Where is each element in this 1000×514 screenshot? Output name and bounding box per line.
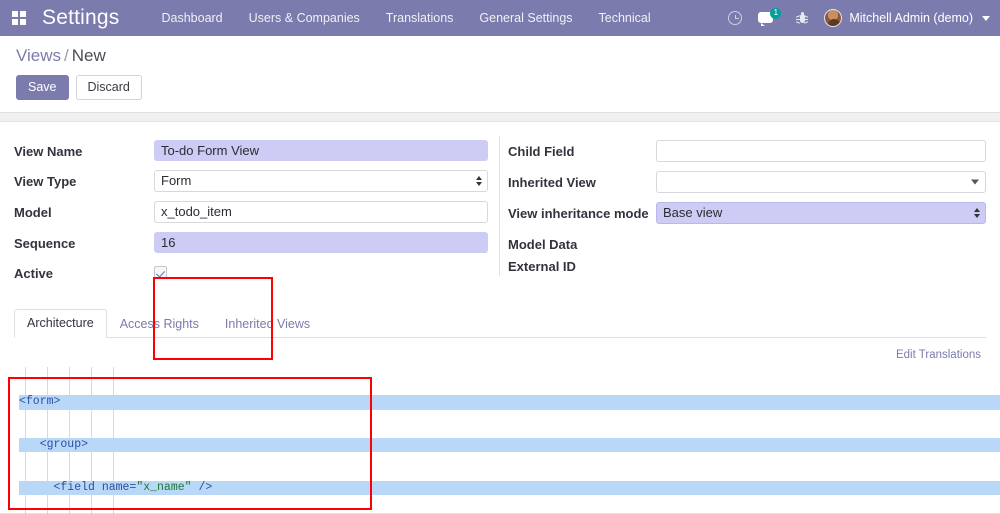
label-view-name: View Name	[14, 144, 83, 159]
form-columns: View Name To-do Form View View Type Form…	[0, 140, 1000, 293]
code-content[interactable]: <form> <group> <field name="x_name" /> <…	[19, 367, 1000, 514]
chevron-down-icon	[982, 15, 990, 21]
notebook: Architecture Access Rights Inherited Vie…	[0, 309, 1000, 514]
code-line-text: <group>	[19, 438, 89, 451]
main-menu: Dashboard Users & Companies Translations…	[161, 11, 650, 25]
form-column-left: View Name To-do Form View View Type Form…	[14, 140, 500, 293]
notebook-tabs: Architecture Access Rights Inherited Vie…	[14, 309, 986, 338]
child-field-input[interactable]	[656, 140, 986, 162]
breadcrumb-item-views[interactable]: Views	[16, 46, 61, 65]
label-child-field: Child Field	[508, 144, 575, 159]
field-row-external-id: External ID	[508, 255, 986, 274]
spinner-icon	[476, 176, 482, 186]
edit-translations-link[interactable]: Edit Translations	[896, 349, 981, 361]
label-sequence: Sequence	[14, 236, 76, 251]
bug-icon[interactable]	[796, 11, 809, 25]
field-row-inherited-view: Inherited View	[508, 171, 986, 193]
menu-item-dashboard[interactable]: Dashboard	[161, 11, 222, 25]
discard-button[interactable]: Discard	[75, 75, 142, 100]
form-column-right: Child Field Inherited View View inherita…	[500, 140, 986, 293]
spinner-icon	[974, 208, 980, 218]
user-menu[interactable]: Mitchell Admin (demo)	[824, 9, 990, 27]
view-inheritance-mode-select[interactable]: Base view	[656, 202, 986, 224]
tab-architecture[interactable]: Architecture	[14, 309, 107, 338]
user-name-label: Mitchell Admin (demo)	[849, 11, 973, 25]
form-sheet: View Name To-do Form View View Type Form…	[0, 121, 1000, 514]
field-row-view-type: View Type Form	[14, 170, 488, 192]
sheet-background: View Name To-do Form View View Type Form…	[0, 113, 1000, 514]
record-action-buttons: Save Discard	[16, 75, 984, 100]
breadcrumb: Views / New	[16, 46, 984, 66]
field-row-child-field: Child Field	[508, 140, 986, 162]
active-checkbox[interactable]	[154, 266, 167, 279]
breadcrumb-item-current: New	[71, 46, 106, 65]
code-line: <group>	[19, 438, 1000, 453]
sequence-input[interactable]: 16	[154, 232, 488, 253]
label-external-id: External ID	[508, 259, 576, 274]
menu-item-general-settings[interactable]: General Settings	[479, 11, 572, 25]
breadcrumb-separator: /	[64, 46, 69, 65]
top-navbar: Settings Dashboard Users & Companies Tra…	[0, 0, 1000, 36]
menu-item-users-companies[interactable]: Users & Companies	[249, 11, 360, 25]
field-row-model-data: Model Data	[508, 233, 986, 252]
label-view-inheritance-mode: View inheritance mode	[508, 206, 649, 221]
label-active: Active	[14, 266, 54, 281]
label-model-data: Model Data	[508, 237, 578, 252]
edit-translations-row: Edit Translations	[14, 338, 986, 367]
field-row-active: Active	[14, 262, 488, 284]
messages-count-badge: 1	[770, 8, 782, 19]
model-input[interactable]: x_todo_item	[154, 201, 488, 223]
field-row-model: Model x_todo_item	[14, 201, 488, 223]
save-button[interactable]: Save	[16, 75, 69, 100]
control-panel: Views / New Save Discard	[0, 36, 1000, 113]
code-line: <form>	[19, 395, 1000, 410]
messages-bubble-icon[interactable]: 1	[758, 8, 782, 27]
app-brand-title: Settings	[42, 6, 120, 29]
menu-item-translations[interactable]: Translations	[386, 11, 454, 25]
tab-inherited-views[interactable]: Inherited Views	[212, 310, 323, 338]
field-row-view-name: View Name To-do Form View	[14, 140, 488, 161]
tab-access-rights[interactable]: Access Rights	[107, 310, 212, 338]
clock-icon[interactable]	[728, 11, 743, 25]
label-inherited-view: Inherited View	[508, 175, 596, 190]
apps-grid-icon[interactable]	[12, 11, 26, 25]
label-view-type: View Type	[14, 174, 77, 189]
code-line: <field name="x_name" />	[19, 480, 1000, 495]
field-row-view-inheritance-mode: View inheritance mode Base view	[508, 202, 986, 224]
view-name-input[interactable]: To-do Form View	[154, 140, 488, 161]
navbar-systray: 1 Mitchell Admin (demo)	[728, 0, 990, 36]
label-model: Model	[14, 205, 52, 220]
code-line-text: <field name="x_name" />	[19, 480, 213, 494]
chevron-down-icon	[971, 179, 979, 185]
column-divider	[499, 136, 500, 276]
code-line-text: <form>	[19, 395, 61, 409]
inherited-view-dropdown[interactable]	[656, 171, 986, 193]
avatar	[824, 9, 843, 27]
field-row-sequence: Sequence 16	[14, 232, 488, 253]
architecture-code-editor[interactable]: <form> <group> <field name="x_name" /> <…	[14, 367, 1000, 514]
view-type-select[interactable]: Form	[154, 170, 488, 192]
menu-item-technical[interactable]: Technical	[599, 11, 651, 25]
